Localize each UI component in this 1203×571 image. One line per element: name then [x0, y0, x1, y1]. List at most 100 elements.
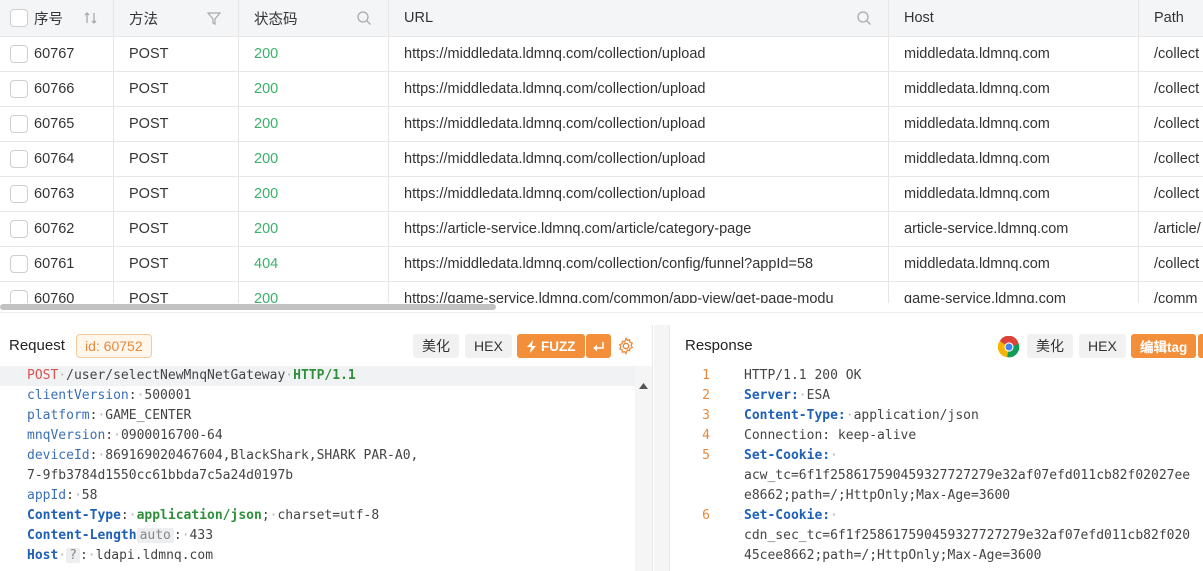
seq-cell: 60765 [34, 116, 75, 132]
panel-divider[interactable] [654, 325, 669, 571]
header-path[interactable]: Path [1139, 0, 1203, 36]
scrollbar-thumb[interactable] [0, 304, 496, 310]
hex-button[interactable]: HEX [1079, 334, 1126, 358]
scroll-up-icon[interactable] [639, 366, 648, 406]
header-line: appId:·58 [27, 488, 98, 503]
auto-chip: auto [136, 528, 174, 543]
response-toolbar: Response 美化 HEX 编辑tag [670, 325, 1203, 367]
status-cell: 200 [239, 107, 389, 141]
seq-cell: 60760 [34, 291, 75, 303]
line-number: 5 [702, 448, 710, 463]
header-line: Server:·ESA [744, 388, 831, 403]
header-line: Connection: keep-alive [744, 428, 917, 443]
table-row[interactable]: 60761 POST 404 https://middledata.ldmnq.… [0, 247, 1203, 282]
table-row[interactable]: 60765 POST 200 https://middledata.ldmnq.… [0, 107, 1203, 142]
search-icon[interactable] [856, 10, 872, 26]
url-cell: https://middledata.ldmnq.com/collection/… [389, 247, 889, 281]
path-cell: /collect [1154, 186, 1200, 202]
host-cell: middledata.ldmnq.com [889, 107, 1139, 141]
header-line: Content-Type:·application/json;·charset=… [27, 508, 380, 523]
send-enter-button[interactable] [586, 334, 611, 358]
edit-tag-button[interactable]: 编辑tag [1131, 334, 1197, 358]
request-table: 序号 方法 状态码 URL Host Path 60767 POST 200 h… [0, 0, 1203, 303]
host-cell: middledata.ldmnq.com [889, 37, 1139, 71]
host-cell: middledata.ldmnq.com [889, 177, 1139, 211]
header-line: deviceId:·869169020467604,BlackShark,SHA… [27, 448, 419, 463]
header-line: Content-Type:·application/json [744, 408, 979, 423]
table-row[interactable]: 60760 POST 200 https://game-service.ldmn… [0, 282, 1203, 303]
table-header: 序号 方法 状态码 URL Host Path [0, 0, 1203, 37]
row-checkbox[interactable] [10, 45, 28, 63]
host-cell: article-service.ldmnq.com [889, 212, 1139, 246]
request-title: Request [9, 337, 65, 354]
status-line: HTTP/1.1 200 OK [744, 368, 862, 383]
status-cell: 200 [239, 212, 389, 246]
path-cell: /collect [1154, 256, 1200, 272]
method-cell: POST [114, 142, 239, 176]
row-checkbox[interactable] [10, 185, 28, 203]
row-checkbox[interactable] [10, 80, 28, 98]
sort-icon[interactable] [83, 10, 99, 26]
row-checkbox[interactable] [10, 115, 28, 133]
more-button[interactable] [1198, 334, 1203, 358]
url-cell: https://middledata.ldmnq.com/collection/… [389, 37, 889, 71]
table-horizontal-scrollbar[interactable] [0, 303, 1203, 312]
table-row[interactable]: 60767 POST 200 https://middledata.ldmnq.… [0, 37, 1203, 72]
header-line: Content-Length auto:·433 [27, 528, 214, 543]
select-all-checkbox[interactable] [10, 9, 28, 27]
header-url[interactable]: URL [389, 0, 889, 36]
header-line: platform:·GAME_CENTER [27, 408, 192, 423]
gear-icon[interactable] [617, 337, 635, 355]
status-cell: 200 [239, 72, 389, 106]
row-checkbox[interactable] [10, 150, 28, 168]
row-checkbox[interactable] [10, 220, 28, 238]
path-cell: /collect [1154, 81, 1200, 97]
seq-cell: 60766 [34, 81, 75, 97]
beautify-button[interactable]: 美化 [413, 334, 459, 358]
status-cell: 200 [239, 177, 389, 211]
method-cell: POST [114, 72, 239, 106]
response-viewer[interactable]: 1 HTTP/1.1 200 OK 2 Server:·ESA 3 Conten… [670, 366, 1203, 571]
header-line: Set-Cookie:· [744, 448, 838, 463]
table-row[interactable]: 60763 POST 200 https://middledata.ldmnq.… [0, 177, 1203, 212]
method-cell: POST [114, 282, 239, 303]
row-checkbox[interactable] [10, 255, 28, 273]
row-checkbox[interactable] [10, 290, 28, 303]
fuzz-button[interactable]: FUZZ [517, 334, 585, 358]
host-cell: middledata.ldmnq.com [889, 247, 1139, 281]
beautify-button[interactable]: 美化 [1027, 334, 1073, 358]
request-line: POST·/user/selectNewMnqNetGateway·HTTP/1… [27, 368, 356, 383]
status-cell: 200 [239, 142, 389, 176]
table-row[interactable]: 60764 POST 200 https://middledata.ldmnq.… [0, 142, 1203, 177]
method-cell: POST [114, 37, 239, 71]
table-row[interactable]: 60766 POST 200 https://middledata.ldmnq.… [0, 72, 1203, 107]
pane-splitter[interactable] [0, 312, 1203, 324]
hex-button[interactable]: HEX [465, 334, 512, 358]
http-history-view: 序号 方法 状态码 URL Host Path 60767 POST 200 h… [0, 0, 1203, 571]
request-vertical-scrollbar[interactable] [635, 366, 652, 571]
header-method[interactable]: 方法 [114, 0, 239, 36]
path-cell: /collect [1154, 116, 1200, 132]
request-editor[interactable]: POST·/user/selectNewMnqNetGateway·HTTP/1… [0, 366, 652, 571]
url-cell: https://article-service.ldmnq.com/articl… [389, 212, 889, 246]
header-line-continued: 7-9fb3784d1550cc61bbda7c5a24d0197b [27, 468, 294, 483]
header-host[interactable]: Host [889, 0, 1139, 36]
header-status[interactable]: 状态码 [239, 0, 389, 36]
table-row[interactable]: 60762 POST 200 https://article-service.l… [0, 212, 1203, 247]
search-icon[interactable] [356, 10, 372, 26]
method-cell: POST [114, 177, 239, 211]
status-cell: 404 [239, 247, 389, 281]
seq-cell: 60761 [34, 256, 75, 272]
method-cell: POST [114, 247, 239, 281]
seq-cell: 60763 [34, 186, 75, 202]
header-seq[interactable]: 序号 [0, 0, 114, 36]
filter-icon[interactable] [206, 10, 222, 26]
chrome-icon[interactable] [998, 336, 1020, 358]
url-cell: https://middledata.ldmnq.com/collection/… [389, 72, 889, 106]
status-cell: 200 [239, 282, 389, 303]
line-number: 6 [702, 508, 710, 523]
path-cell: /collect [1154, 46, 1200, 62]
response-panel: Response 美化 HEX 编辑tag 1 HTTP/1.1 200 OK … [669, 325, 1203, 571]
url-cell: https://game-service.ldmnq.com/common/ap… [389, 282, 889, 303]
header-line: Set-Cookie:· [744, 508, 838, 523]
